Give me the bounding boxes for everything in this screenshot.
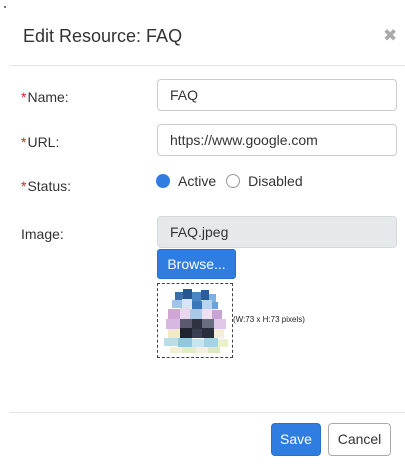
close-icon[interactable]: ✖ [383,27,397,44]
header-divider [10,65,405,66]
status-disabled-label[interactable]: Disabled [248,173,302,189]
image-filename-field [157,216,397,248]
dialog-title: Edit Resource: FAQ [23,26,183,46]
status-radio-group: Active Disabled [156,172,313,190]
status-label: *Status: [21,178,72,194]
status-active-radio[interactable] [156,174,170,188]
url-input[interactable] [157,124,397,156]
required-asterisk: * [21,89,27,105]
required-asterisk: * [21,178,27,194]
image-preview [157,283,233,358]
status-active-label[interactable]: Active [178,173,216,189]
faq-thumbnail-image [158,284,232,357]
browse-button[interactable]: Browse... [157,249,236,279]
cancel-button[interactable]: Cancel [328,423,391,456]
image-dimensions-text: (W:73 x H:73 pixels) [233,315,305,324]
name-input[interactable] [157,79,397,111]
footer-divider [10,412,405,413]
status-disabled-radio[interactable] [226,174,241,188]
image-label: Image: [21,226,64,242]
save-button[interactable]: Save [271,423,321,456]
required-asterisk: * [21,134,27,150]
url-label: *URL: [21,134,60,150]
corner-dot [4,6,6,8]
name-label: *Name: [21,89,69,105]
